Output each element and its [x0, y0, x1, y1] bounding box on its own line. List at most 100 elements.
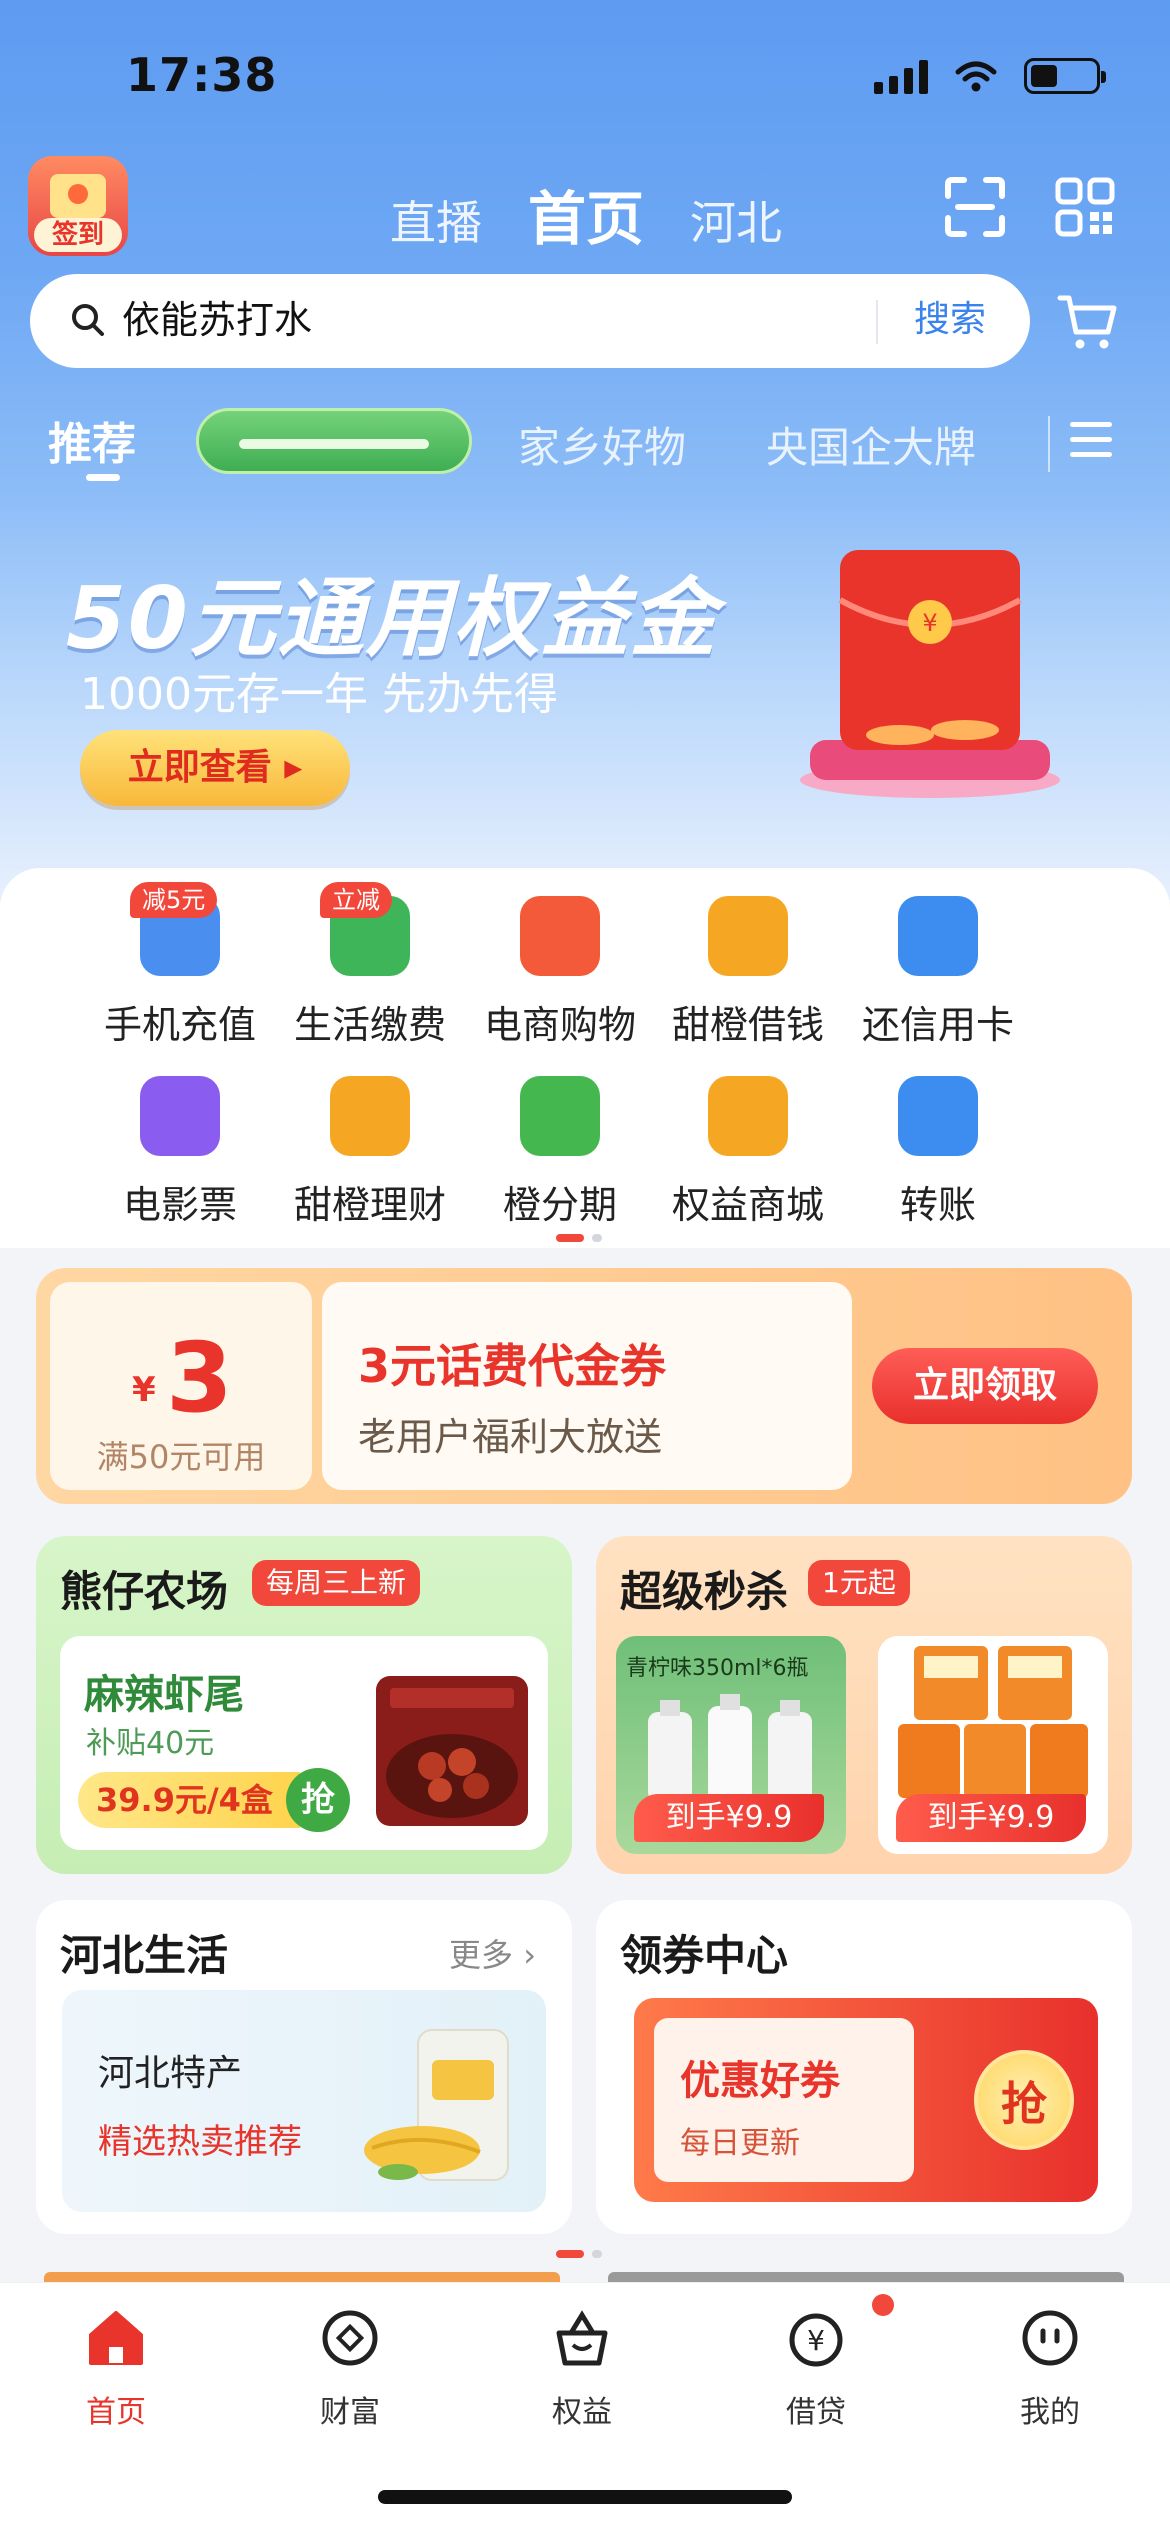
crayfish-product-image	[376, 1676, 528, 1826]
svg-text:¥: ¥	[922, 609, 937, 637]
coupon-subtitle: 老用户福利大放送	[358, 1415, 663, 1459]
dragon-boat-icon	[239, 439, 429, 449]
hebei-life-card[interactable]: 河北生活 更多 › 河北特产 精选热卖推荐	[36, 1900, 572, 2234]
tab-label: 借贷	[786, 2395, 846, 2430]
tab-label: 财富	[320, 2395, 380, 2430]
coupon-amount: 3	[166, 1322, 233, 1434]
top-tabs: 直播 首页 河北	[390, 172, 782, 256]
corn-product-image	[364, 2029, 509, 2181]
voucher-banner[interactable]: 优惠好券 每日更新 抢	[634, 1998, 1098, 2202]
service-label: 手机充值	[103, 1003, 256, 1047]
signal-icon	[874, 58, 928, 94]
farm-product[interactable]: 麻辣虾尾 补贴40元 39.9元/4盒 抢	[60, 1636, 548, 1850]
loan-icon: ¥	[785, 2307, 847, 2369]
hebei-specialty[interactable]: 河北特产 精选热卖推荐	[62, 1990, 546, 2212]
sign-in-button[interactable]: 签到	[28, 156, 128, 256]
service-borrow[interactable]: 甜橙借钱	[648, 896, 848, 1049]
category-hometown[interactable]: 家乡好物	[518, 414, 686, 475]
coupon-value-box: ¥ 3 满50元可用	[50, 1282, 312, 1490]
status-time: 17:38	[126, 48, 278, 102]
tab-region[interactable]: 河北	[690, 187, 782, 253]
service-lightning[interactable]: 立减 生活缴费	[270, 882, 470, 1049]
farm-card[interactable]: 熊仔农场 每周三上新 麻辣虾尾 补贴40元 39.9元/4盒 抢	[36, 1536, 572, 1874]
service-coin-hand[interactable]: 甜橙理财	[270, 1076, 470, 1229]
home-icon	[85, 2307, 147, 2369]
battery-icon	[1024, 58, 1106, 94]
service-label: 甜橙理财	[293, 1183, 446, 1227]
shopping-bag-icon	[520, 896, 600, 976]
flash-product-drink[interactable]: 青柠味350ml*6瓶 到手¥9.9	[616, 1636, 846, 1854]
search-bar[interactable]: 依能苏打水 搜索	[30, 274, 1030, 368]
service-label: 转账	[899, 1183, 976, 1227]
hebei-item-title: 河北特产	[98, 2053, 243, 2094]
timer-icon	[520, 1076, 600, 1156]
search-divider	[876, 300, 878, 344]
voucher-grab-button[interactable]: 抢	[974, 2050, 1074, 2150]
search-input[interactable]: 依能苏打水	[122, 294, 312, 346]
voucher-title: 领券中心	[620, 1931, 789, 1980]
tab-gift-basket[interactable]: 权益	[502, 2307, 662, 2431]
service-label: 还信用卡	[861, 1003, 1014, 1047]
category-recommend[interactable]: 推荐	[48, 408, 136, 472]
service-label: 权益商城	[671, 1183, 824, 1227]
qr-code-icon[interactable]	[1054, 176, 1116, 238]
voucher-item-subtitle: 每日更新	[680, 2126, 800, 2161]
borrow-icon	[708, 896, 788, 976]
tab-wealth[interactable]: 财富	[270, 2307, 430, 2431]
drink-flavor: 青柠味350ml*6瓶	[626, 1656, 809, 1681]
service-shopping-bag[interactable]: 电商购物	[460, 896, 660, 1049]
dragon-boat-festival-tab[interactable]	[196, 408, 472, 474]
tab-home[interactable]: 首页	[36, 2307, 196, 2431]
service-label: 甜橙借钱	[671, 1003, 824, 1047]
farm-tag: 每周三上新	[252, 1560, 421, 1606]
menu-icon[interactable]	[1070, 422, 1112, 458]
farm-grab-button[interactable]: 抢	[286, 1768, 350, 1832]
farm-subsidy: 补贴40元	[86, 1726, 215, 1761]
tab-profile[interactable]: 我的	[970, 2307, 1130, 2431]
grid-page-indicator	[556, 1234, 602, 1242]
hebei-more-link[interactable]: 更多 ›	[449, 1930, 536, 1976]
service-label: 电商购物	[483, 1003, 636, 1047]
tab-label: 权益	[552, 2395, 612, 2430]
flash-product-noodles[interactable]: 到手¥9.9	[878, 1636, 1108, 1854]
flash-tag: 1元起	[808, 1560, 910, 1606]
coupon-card[interactable]: ¥ 3 满50元可用 3元话费代金券 老用户福利大放送 立即领取	[36, 1268, 1132, 1504]
farm-product-name: 麻辣虾尾	[84, 1672, 244, 1718]
category-tabs: 推荐 家乡好物 央国企大牌	[48, 408, 1138, 481]
film-icon	[140, 1076, 220, 1156]
menu-divider	[1048, 416, 1050, 472]
wifi-icon	[955, 61, 997, 92]
service-credit-card[interactable]: 还信用卡	[838, 896, 1038, 1049]
claim-coupon-button[interactable]: 立即领取	[872, 1348, 1098, 1424]
tab-home[interactable]: 首页	[528, 172, 644, 256]
home-indicator	[378, 2490, 792, 2504]
farm-price: 39.9元/4盒	[78, 1772, 300, 1828]
gift-icon	[50, 174, 106, 218]
red-packet-icon[interactable]: ¥	[780, 530, 1070, 800]
voucher-center-card[interactable]: 领券中心 优惠好券 每日更新 抢	[596, 1900, 1132, 2234]
service-timer[interactable]: 橙分期	[460, 1076, 660, 1229]
drink-price: 到手¥9.9	[634, 1794, 824, 1842]
crown-icon	[708, 1076, 788, 1156]
search-button[interactable]: 搜索	[914, 296, 986, 344]
banner-view-button[interactable]: 立即查看 ▸	[80, 730, 350, 806]
tab-live[interactable]: 直播	[390, 187, 482, 253]
service-crown[interactable]: 权益商城	[648, 1076, 848, 1229]
category-soe-brands[interactable]: 央国企大牌	[766, 414, 976, 475]
service-label: 电影票	[122, 1183, 237, 1227]
profile-icon	[1019, 2307, 1081, 2369]
service-film[interactable]: 电影票	[80, 1076, 280, 1229]
cart-icon[interactable]	[1056, 290, 1120, 354]
scan-icon[interactable]	[944, 176, 1006, 238]
flash-title: 超级秒杀	[620, 1567, 789, 1616]
flash-sale-card[interactable]: 超级秒杀 1元起 青柠味350ml*6瓶 到手¥9.9 到手¥9.9	[596, 1536, 1132, 1874]
search-icon	[72, 304, 104, 336]
hebei-title: 河北生活	[60, 1931, 229, 1980]
service-phone[interactable]: 减5元 手机充值	[80, 882, 280, 1049]
cards-page-indicator	[556, 2250, 602, 2258]
notification-dot	[872, 2294, 894, 2316]
service-label: 橙分期	[502, 1183, 617, 1227]
tab-loan[interactable]: ¥ 借贷	[736, 2307, 896, 2431]
service-transfer[interactable]: 转账	[838, 1076, 1038, 1229]
service-badge: 立减	[320, 882, 392, 918]
